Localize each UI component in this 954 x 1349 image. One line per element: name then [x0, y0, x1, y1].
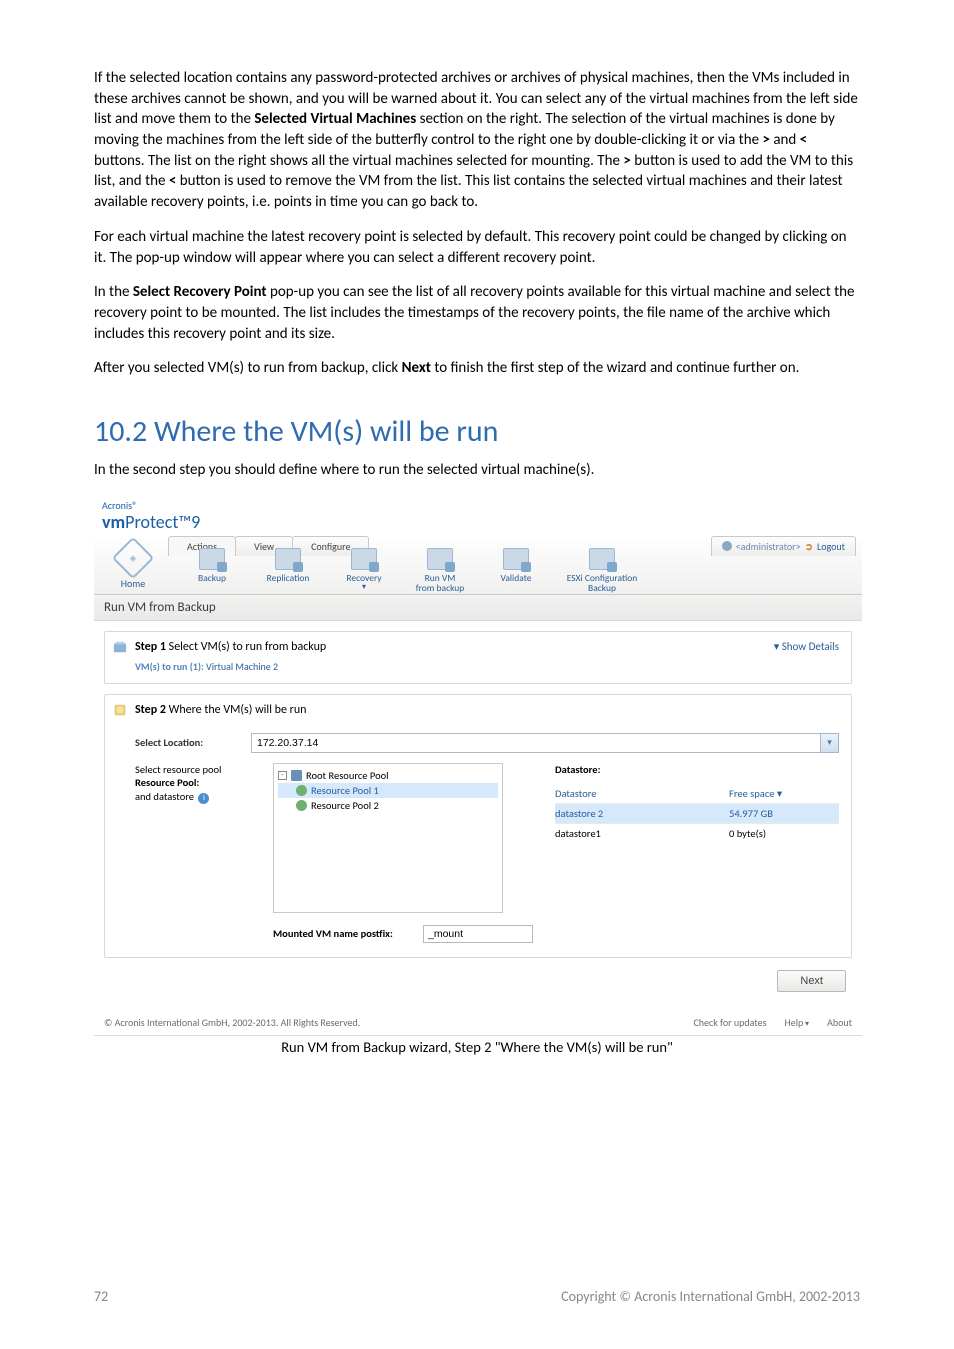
- user-label: <administrator>: [736, 540, 801, 553]
- screenshot-footer: © Acronis International GmbH, 2002-2013.…: [94, 1008, 862, 1035]
- select-location-label: Select Location:: [135, 736, 251, 749]
- info-icon[interactable]: i: [198, 793, 209, 804]
- step2-panel: Step 2 Where the VM(s) will be run Selec…: [104, 694, 852, 958]
- pool-icon: [296, 800, 307, 811]
- host-tree-icon: [291, 770, 302, 781]
- datastore-row[interactable]: datastore 2 54.977 GB: [555, 803, 839, 823]
- location-dropdown-button[interactable]: ▾: [821, 733, 839, 753]
- user-icon: [722, 541, 732, 551]
- next-button[interactable]: Next: [777, 970, 846, 992]
- paragraph-4: After you selected VM(s) to run from bac…: [94, 358, 860, 379]
- section-heading: 10.2 Where the VM(s) will be run: [94, 413, 860, 450]
- datastore-row[interactable]: datastore1 0 byte(s): [555, 823, 839, 843]
- about-link[interactable]: About: [827, 1016, 852, 1029]
- tree-toggle-icon[interactable]: -: [278, 771, 287, 780]
- mount-postfix-input[interactable]: [423, 925, 533, 943]
- help-menu[interactable]: Help: [784, 1016, 809, 1029]
- user-bar[interactable]: <administrator> ➲ Logout: [711, 536, 856, 556]
- check-updates-link[interactable]: Check for updates: [693, 1016, 766, 1029]
- page-number: 72: [94, 1288, 108, 1305]
- mount-postfix-label: Mounted VM name postfix:: [273, 927, 423, 940]
- resource-pool-label: Select resource pool Resource Pool: and …: [135, 763, 251, 943]
- brand: Acronis® vmProtect™9: [102, 501, 200, 533]
- show-details-link[interactable]: Show Details: [774, 640, 839, 653]
- step1-panel: Step 1 Select VM(s) to run from backup S…: [104, 631, 852, 684]
- paragraph-3: In the Select Recovery Point pop-up you …: [94, 282, 860, 344]
- toolbar-esxi[interactable]: ESXi Configuration Backup: [554, 548, 650, 594]
- paragraph-2: For each virtual machine the latest reco…: [94, 227, 860, 268]
- toolbar-runvm[interactable]: Run VM from backup: [402, 548, 478, 594]
- page-footer: 72 Copyright © Acronis International Gmb…: [94, 1288, 860, 1305]
- logout-link[interactable]: Logout: [817, 540, 845, 553]
- step1-title: Step 1 Select VM(s) to run from backup: [135, 640, 326, 654]
- embedded-screenshot: Acronis® vmProtect™9 Actions View Config…: [94, 495, 862, 1036]
- figure-caption: Run VM from Backup wizard, Step 2 "Where…: [94, 1038, 860, 1056]
- pool-icon: [296, 785, 307, 796]
- footer-copyright: Copyright © Acronis International GmbH, …: [561, 1288, 860, 1305]
- select-location-input[interactable]: [251, 733, 821, 753]
- disk-icon: [113, 640, 127, 654]
- home-button[interactable]: ◈ Home: [100, 541, 166, 594]
- toolbar: Actions View Configure <administrator> ➲…: [94, 537, 862, 595]
- step1-subline: VM(s) to run (1): Virtual Machine 2: [105, 660, 851, 683]
- section-intro: In the second step you should define whe…: [94, 460, 860, 481]
- footer-copyright: © Acronis International GmbH, 2002-2013.…: [104, 1016, 360, 1029]
- step2-title: Step 2 Where the VM(s) will be run: [135, 703, 306, 717]
- datastore-title: Datastore:: [555, 763, 839, 776]
- logout-icon: ➲: [805, 540, 813, 553]
- tree-item-rp1[interactable]: Resource Pool 1: [278, 783, 498, 798]
- resource-pool-tree[interactable]: -Root Resource Pool Resource Pool 1 Reso…: [273, 763, 503, 913]
- toolbar-validate[interactable]: Validate: [478, 548, 554, 594]
- paragraph-1: If the selected location contains any pa…: [94, 68, 860, 213]
- tree-item-rp2[interactable]: Resource Pool 2: [278, 798, 498, 813]
- datastore-header[interactable]: Datastore Free space ▾: [555, 784, 839, 803]
- page-title: Run VM from Backup: [94, 595, 862, 621]
- host-icon: [113, 703, 127, 717]
